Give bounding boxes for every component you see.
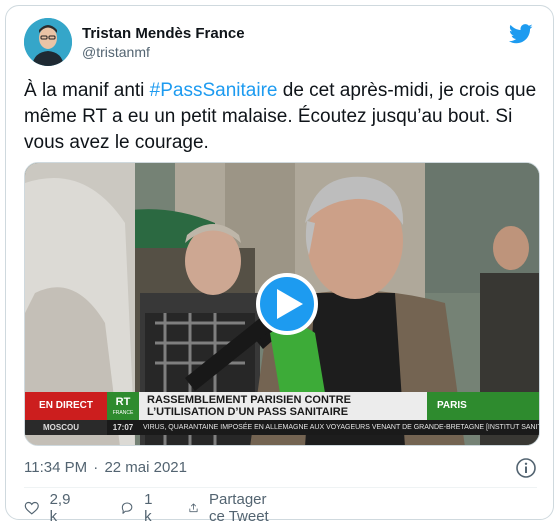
play-button[interactable]: [256, 273, 318, 335]
like-button[interactable]: 2,9 k: [24, 491, 75, 525]
news-ticker: MOSCOU 17:07 VIRUS, QUARANTAINE IMPOSÉE …: [25, 420, 540, 435]
channel-logo: RT FRANCE: [107, 392, 139, 420]
banner-headline: RASSEMBLEMENT PARISIEN CONTRE L’UTILISAT…: [139, 392, 427, 420]
play-icon: [277, 289, 303, 319]
banner-city: PARIS: [427, 392, 539, 420]
ticker-time: 17:07: [112, 423, 134, 432]
meta-separator: ·: [93, 459, 99, 476]
author-names: Tristan Mendès France @tristanmf: [82, 24, 245, 62]
reply-count: 1 k: [144, 491, 153, 525]
share-label: Partager ce Tweet: [208, 491, 269, 525]
like-count: 2,9 k: [49, 491, 71, 525]
info-icon[interactable]: [515, 457, 537, 479]
tweet-text-before: À la manif anti: [24, 80, 150, 101]
display-name[interactable]: Tristan Mendès France: [82, 24, 245, 43]
video-player[interactable]: EN DIRECT RT FRANCE RASSEMBLEMENT PARISI…: [24, 162, 540, 446]
tweet-card: Tristan Mendès France @tristanmf À la ma…: [5, 5, 554, 525]
tweet-text: À la manif anti #PassSanitaire de cet ap…: [24, 78, 539, 156]
banner-headline-line1: RASSEMBLEMENT PARISIEN CONTRE: [147, 394, 351, 406]
author-handle[interactable]: @tristanmf: [82, 43, 245, 62]
avatar[interactable]: [24, 18, 72, 66]
tweet-date[interactable]: 22 mai 2021: [104, 459, 187, 476]
banner-headline-line2: L’UTILISATION D’UN PASS SANITAIRE: [147, 406, 349, 418]
share-icon: [189, 503, 198, 513]
tweet-timestamp[interactable]: 11:34 PM · 22 mai 2021: [24, 459, 187, 476]
channel-logo-sub: FRANCE: [112, 410, 134, 416]
ticker-city: MOSCOU: [25, 420, 107, 435]
ticker-text: VIRUS, QUARANTAINE IMPOSÉE EN ALLEMAGNE …: [143, 424, 540, 431]
reply-bubble-icon: [121, 502, 133, 514]
heart-icon: [24, 501, 39, 515]
tweet-time[interactable]: 11:34 PM: [24, 459, 87, 476]
reply-button[interactable]: 1 k: [120, 491, 158, 525]
channel-logo-text: RT: [115, 396, 131, 408]
news-banner: EN DIRECT RT FRANCE RASSEMBLEMENT PARISI…: [25, 392, 540, 445]
twitter-bird-icon[interactable]: [509, 24, 533, 44]
share-button[interactable]: Partager ce Tweet: [188, 491, 276, 525]
live-label: EN DIRECT: [25, 392, 107, 420]
divider: [24, 487, 537, 488]
tweet-header: Tristan Mendès France @tristanmf: [24, 18, 537, 68]
hashtag-link[interactable]: #PassSanitaire: [150, 80, 278, 101]
